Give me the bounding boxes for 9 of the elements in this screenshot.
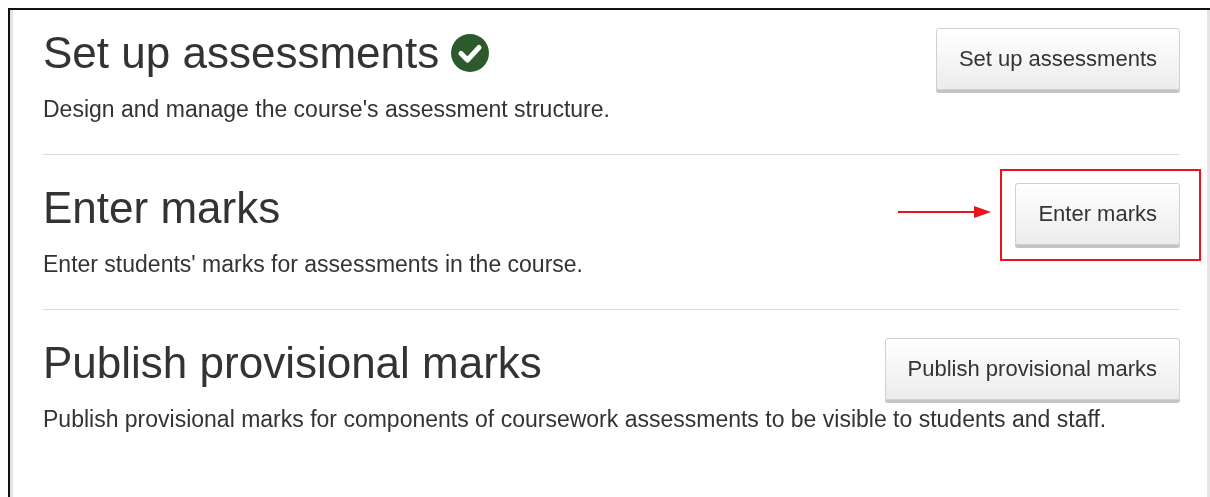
- section-title: Publish provisional marks: [43, 340, 542, 386]
- section-button[interactable]: Publish provisional marks: [884, 338, 1180, 400]
- section-button[interactable]: Enter marks: [1015, 183, 1180, 245]
- section-description: Publish provisional marks for components of coursework assessments to be visible to students and staff.: [43, 405, 1108, 434]
- section-title: Enter marks: [43, 185, 281, 231]
- section-description: Enter students' marks for assessments in the course.: [43, 250, 584, 279]
- section-description: Design and manage the course's assessment structure.: [43, 95, 611, 124]
- section-title: Set up assessments: [43, 30, 440, 76]
- section-button[interactable]: Set up assessments: [935, 28, 1180, 90]
